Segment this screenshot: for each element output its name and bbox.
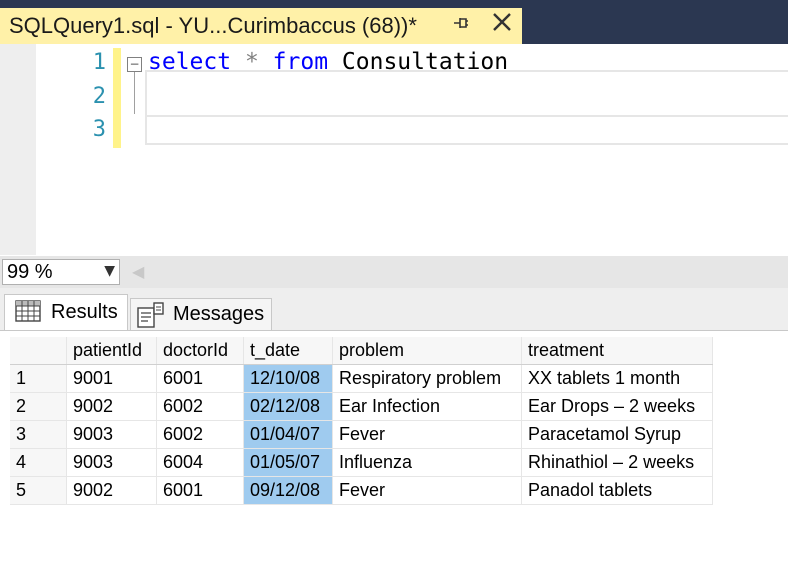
grid-cell[interactable]: Fever xyxy=(332,476,522,505)
grid-cell[interactable]: 9001 xyxy=(66,364,157,393)
grid-cell[interactable]: Ear Infection xyxy=(332,392,522,421)
table-name: Consultation xyxy=(341,49,509,75)
grid-cell[interactable]: 9003 xyxy=(66,420,157,449)
table-row[interactable]: 2 9002 6002 02/12/08 Ear Infection Ear D… xyxy=(10,392,713,421)
row-number[interactable]: 5 xyxy=(10,476,67,505)
current-statement-outline xyxy=(145,70,788,115)
editor-margin xyxy=(0,44,36,255)
results-grid[interactable]: patientId doctorId t_date problem treatm… xyxy=(10,337,713,505)
pin-icon[interactable] xyxy=(452,14,470,37)
grid-cell[interactable]: Paracetamol Syrup xyxy=(521,420,713,449)
grid-cell[interactable]: Fever xyxy=(332,420,522,449)
keyword-from: from xyxy=(272,49,329,75)
zoom-value: 99 % xyxy=(7,261,53,283)
grid-cell[interactable]: 6002 xyxy=(156,420,244,449)
chevron-down-icon[interactable]: ▼ xyxy=(104,263,115,279)
grid-cell[interactable]: Ear Drops – 2 weeks xyxy=(521,392,713,421)
row-number[interactable]: 4 xyxy=(10,448,67,477)
row-number[interactable]: 3 xyxy=(10,420,67,449)
column-header-t-date[interactable]: t_date xyxy=(243,337,333,365)
grid-cell[interactable]: Influenza xyxy=(332,448,522,477)
star-operator: * xyxy=(244,49,259,75)
grid-cell-selected[interactable]: 01/05/07 xyxy=(243,448,333,477)
keyword-select: select xyxy=(148,49,232,75)
grid-cell[interactable]: 6004 xyxy=(156,448,244,477)
grid-icon xyxy=(15,299,41,329)
scroll-left-icon[interactable]: ◀ xyxy=(132,262,144,281)
document-tab[interactable]: SQLQuery1.sql - YU...Curimbaccus (68))* xyxy=(0,8,522,44)
grid-header-row: patientId doctorId t_date problem treatm… xyxy=(10,337,713,365)
grid-corner[interactable] xyxy=(10,337,67,365)
code-line-1[interactable]: select * from Consultation xyxy=(148,49,508,75)
line-number: 3 xyxy=(92,117,106,142)
grid-cell[interactable]: Panadol tablets xyxy=(521,476,713,505)
column-header-treatment[interactable]: treatment xyxy=(521,337,713,365)
table-row[interactable]: 4 9003 6004 01/05/07 Influenza Rhinathio… xyxy=(10,448,713,477)
document-tab-title: SQLQuery1.sql - YU...Curimbaccus (68))* xyxy=(9,13,417,38)
close-icon[interactable] xyxy=(490,10,514,40)
zoom-bar: 99 % ▼ ◀ xyxy=(0,256,788,288)
results-grid-pane[interactable]: patientId doctorId t_date problem treatm… xyxy=(0,330,788,566)
grid-cell-selected[interactable]: 02/12/08 xyxy=(243,392,333,421)
grid-cell-selected[interactable]: 09/12/08 xyxy=(243,476,333,505)
tab-messages-label: Messages xyxy=(173,303,265,325)
line-number: 2 xyxy=(92,84,106,109)
tab-results-label: Results xyxy=(51,301,118,323)
grid-cell[interactable]: 6001 xyxy=(156,364,244,393)
query-editor[interactable]: 1 2 3 − select * from Consultation xyxy=(0,44,788,255)
row-number[interactable]: 2 xyxy=(10,392,67,421)
current-line-highlight xyxy=(145,115,788,145)
tab-messages[interactable]: Messages xyxy=(130,298,272,330)
column-header-patientid[interactable]: patientId xyxy=(66,337,157,365)
grid-cell-selected[interactable]: 12/10/08 xyxy=(243,364,333,393)
grid-cell[interactable]: 9003 xyxy=(66,448,157,477)
grid-cell[interactable]: 6001 xyxy=(156,476,244,505)
results-tabstrip: Results Messages xyxy=(0,288,788,330)
change-tracking-bar xyxy=(113,48,121,148)
collapse-icon[interactable]: − xyxy=(127,57,142,72)
tab-results[interactable]: Results xyxy=(4,294,128,330)
table-row[interactable]: 5 9002 6001 09/12/08 Fever Panadol table… xyxy=(10,476,713,505)
line-number: 1 xyxy=(92,50,106,75)
grid-cell[interactable]: Respiratory problem xyxy=(332,364,522,393)
table-row[interactable]: 3 9003 6002 01/04/07 Fever Paracetamol S… xyxy=(10,420,713,449)
grid-cell-selected[interactable]: 01/04/07 xyxy=(243,420,333,449)
row-number[interactable]: 1 xyxy=(10,364,67,393)
table-row[interactable]: 1 9001 6001 12/10/08 Respiratory problem… xyxy=(10,364,713,393)
fold-guide xyxy=(134,72,135,114)
grid-cell[interactable]: 9002 xyxy=(66,476,157,505)
grid-cell[interactable]: Rhinathiol – 2 weeks xyxy=(521,448,713,477)
zoom-select[interactable]: 99 % ▼ xyxy=(2,259,120,285)
grid-cell[interactable]: 6002 xyxy=(156,392,244,421)
grid-cell[interactable]: XX tablets 1 month xyxy=(521,364,713,393)
grid-cell[interactable]: 9002 xyxy=(66,392,157,421)
column-header-doctorid[interactable]: doctorId xyxy=(156,337,244,365)
title-bar: SQLQuery1.sql - YU...Curimbaccus (68))* xyxy=(0,0,788,44)
column-header-problem[interactable]: problem xyxy=(332,337,522,365)
